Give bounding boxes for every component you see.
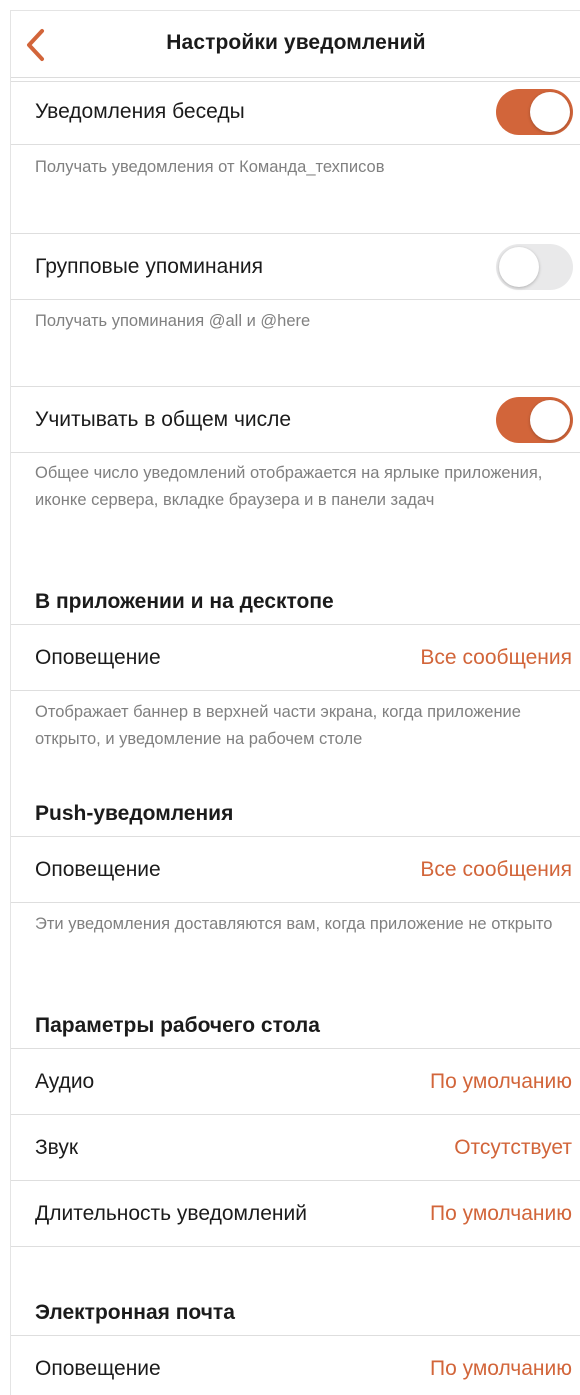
in-app-alert-label: Оповещение (35, 645, 161, 669)
desktop-duration-label: Длительность уведомлений (35, 1201, 307, 1225)
group-mentions-row[interactable]: Групповые упоминания (11, 233, 580, 300)
in-app-section-title: В приложении и на десктопе (35, 590, 334, 613)
conversation-notifications-note: Получать уведомления от Команда_техписов (35, 158, 385, 176)
navigation-header: Настройки уведомлений (11, 11, 580, 78)
in-app-alert-row[interactable]: Оповещение Все сообщения (11, 624, 580, 691)
toggle-knob (530, 91, 570, 132)
email-alert-row[interactable]: Оповещение По умолчанию (11, 1335, 580, 1395)
include-in-count-toggle[interactable] (496, 396, 573, 443)
desktop-audio-value: По умолчанию (429, 1069, 572, 1093)
email-section-title: Электронная почта (35, 1301, 235, 1324)
push-note: Эти уведомления доставляются вам, когда … (35, 915, 553, 933)
include-in-count-row[interactable]: Учитывать в общем числе (11, 386, 580, 453)
conversation-notifications-label: Уведомления беседы (35, 99, 245, 123)
toggle-knob (530, 399, 570, 440)
push-alert-label: Оповещение (35, 857, 161, 881)
group-mentions-label: Групповые упоминания (35, 254, 264, 278)
group-mentions-note: Получать упоминания @all и @here (35, 312, 311, 330)
desktop-sound-row[interactable]: Звук Отсутствует (11, 1115, 580, 1181)
in-app-note: Отображает баннер в верхней части экрана… (35, 703, 521, 748)
desktop-duration-row[interactable]: Длительность уведомлений По умолчанию (11, 1181, 580, 1247)
in-app-alert-value: Все сообщения (420, 645, 572, 669)
notification-settings-screen: Настройки уведомлений Уведомления беседы… (10, 10, 580, 1395)
conversation-notifications-row[interactable]: Уведомления беседы (11, 79, 580, 145)
toggle-knob (499, 246, 539, 287)
desktop-audio-label: Аудио (35, 1069, 95, 1093)
include-in-count-label: Учитывать в общем числе (35, 407, 292, 431)
conversation-notifications-toggle[interactable] (496, 88, 573, 135)
desktop-sound-value: Отсутствует (454, 1135, 572, 1159)
push-alert-row[interactable]: Оповещение Все сообщения (11, 836, 580, 903)
push-section-title: Push-уведомления (35, 802, 234, 825)
group-mentions-toggle[interactable] (496, 243, 573, 290)
page-title: Настройки уведомлений (166, 31, 426, 54)
desktop-section-title: Параметры рабочего стола (35, 1014, 320, 1037)
include-in-count-note: Общее число уведомлений отображается на … (35, 464, 543, 509)
email-alert-value: По умолчанию (429, 1357, 572, 1380)
email-alert-label: Оповещение (35, 1357, 161, 1380)
desktop-duration-value: По умолчанию (429, 1201, 572, 1225)
desktop-sound-label: Звук (35, 1135, 79, 1159)
desktop-audio-row[interactable]: Аудио По умолчанию (11, 1048, 580, 1115)
push-alert-value: Все сообщения (420, 857, 572, 881)
